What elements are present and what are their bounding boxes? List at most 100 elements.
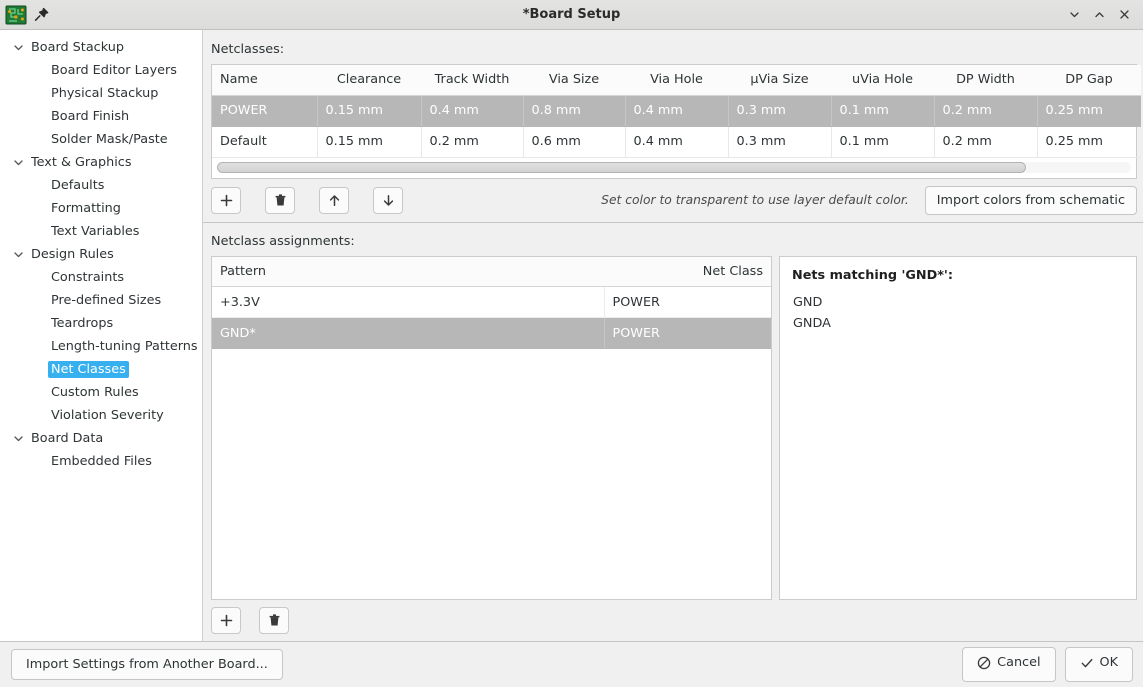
sidebar-item-text-variables[interactable]: Text Variables — [0, 220, 202, 243]
assignments-header-row: Pattern Net Class — [212, 257, 771, 287]
assignments-toolbar — [203, 600, 1143, 641]
netclasses-header-0[interactable]: Name — [212, 65, 317, 95]
netclasses-scroll-area — [211, 158, 1137, 179]
netclasses-cell[interactable]: POWER — [212, 95, 317, 126]
sidebar-item-label: Solder Mask/Paste — [48, 131, 171, 148]
netclasses-cell[interactable]: 0.2 mm — [934, 95, 1037, 126]
board-setup-dialog: *Board Setup Board StackupBoard Editor L… — [0, 0, 1143, 687]
netclasses-cell[interactable]: 0.1 mm — [831, 95, 934, 126]
window-controls — [1063, 4, 1143, 26]
netclasses-header-3[interactable]: Via Size — [523, 65, 625, 95]
netclasses-header-6[interactable]: uVia Hole — [831, 65, 934, 95]
dialog-body: Board Stackup Board Editor Layers Physical… — [0, 30, 1143, 641]
close-button[interactable] — [1113, 4, 1135, 26]
sidebar-item-net-classes[interactable]: Net Classes — [0, 358, 202, 381]
settings-tree[interactable]: Board Stackup Board Editor Layers Physical… — [0, 30, 203, 641]
cancel-button[interactable]: Cancel — [962, 647, 1055, 682]
chevron-down-icon[interactable] — [8, 41, 28, 54]
kicad-pcb-icon — [5, 4, 27, 26]
sidebar-item-board-finish[interactable]: Board Finish — [0, 105, 202, 128]
netclasses-cell[interactable]: 0.3 mm — [728, 95, 831, 126]
netclasses-cell[interactable]: 0.15 mm — [317, 126, 421, 157]
assignment-row[interactable]: GND*POWER — [212, 318, 771, 349]
netclasses-header-2[interactable]: Track Width — [421, 65, 523, 95]
netclasses-cell[interactable]: 0.4 mm — [625, 126, 728, 157]
netclasses-header-7[interactable]: DP Width — [934, 65, 1037, 95]
netclasses-row[interactable]: Default0.15 mm0.2 mm0.6 mm0.4 mm0.3 mm0.… — [212, 126, 1141, 157]
pushpin-icon[interactable] — [33, 6, 50, 23]
netclasses-cell[interactable]: 0.3 mm — [728, 126, 831, 157]
sidebar-item-label: Defaults — [48, 177, 107, 194]
maximize-button[interactable] — [1088, 4, 1110, 26]
sidebar-item-label: Design Rules — [28, 246, 117, 263]
netclasses-row[interactable]: POWER0.15 mm0.4 mm0.8 mm0.4 mm0.3 mm0.1 … — [212, 95, 1141, 126]
ok-button[interactable]: OK — [1065, 647, 1133, 682]
netclasses-grid[interactable]: NameClearanceTrack WidthVia SizeVia Hole… — [211, 64, 1137, 158]
sidebar-item-label: Board Editor Layers — [48, 62, 180, 79]
netclasses-cell[interactable]: 0.4 mm — [625, 95, 728, 126]
sidebar-item-physical-stackup[interactable]: Physical Stackup — [0, 82, 202, 105]
sidebar-item-text-graphics[interactable]: Text & Graphics — [0, 151, 202, 174]
sidebar-item-length-tuning-patterns[interactable]: Length-tuning Patterns — [0, 335, 202, 358]
sidebar-item-label: Custom Rules — [48, 384, 142, 401]
assignment-netclass-cell[interactable]: POWER — [604, 287, 771, 318]
sidebar-item-pre-defined-sizes[interactable]: Pre-defined Sizes — [0, 289, 202, 312]
netclasses-cell[interactable]: 0.2 mm — [421, 126, 523, 157]
netclasses-label: Netclasses: — [203, 30, 1143, 64]
assignments-grid[interactable]: Pattern Net Class +3.3VPOWERGND*POWER — [211, 256, 772, 601]
delete-assignment-button[interactable] — [259, 607, 289, 634]
netclasses-cell[interactable]: Default — [212, 126, 317, 157]
import-settings-button[interactable]: Import Settings from Another Board... — [11, 649, 283, 680]
matching-nets-title: Nets matching 'GND*': — [792, 268, 1124, 283]
sidebar-item-board-editor-layers[interactable]: Board Editor Layers — [0, 59, 202, 82]
minimize-button[interactable] — [1063, 4, 1085, 26]
ok-button-label: OK — [1100, 655, 1118, 670]
import-colors-from-schematic-button[interactable]: Import colors from schematic — [925, 186, 1137, 215]
sidebar-item-board-data[interactable]: Board Data — [0, 427, 202, 450]
sidebar-item-formatting[interactable]: Formatting — [0, 197, 202, 220]
sidebar-item-custom-rules[interactable]: Custom Rules — [0, 381, 202, 404]
netclasses-header-4[interactable]: Via Hole — [625, 65, 728, 95]
netclass-color-hint: Set color to transparent to use layer de… — [601, 193, 919, 207]
sidebar-item-solder-mask-paste[interactable]: Solder Mask/Paste — [0, 128, 202, 151]
add-netclass-button[interactable] — [211, 187, 241, 214]
assignments-label: Netclass assignments: — [203, 223, 1143, 256]
sidebar-item-embedded-files[interactable]: Embedded Files — [0, 450, 202, 473]
netclasses-header-1[interactable]: Clearance — [317, 65, 421, 95]
move-netclass-up-button[interactable] — [319, 187, 349, 214]
assignment-pattern-cell[interactable]: GND* — [212, 318, 604, 349]
netclasses-cell[interactable]: 0.4 mm — [421, 95, 523, 126]
check-icon — [1080, 656, 1094, 670]
chevron-down-icon[interactable] — [8, 248, 28, 261]
delete-netclass-button[interactable] — [265, 187, 295, 214]
sidebar-item-teardrops[interactable]: Teardrops — [0, 312, 202, 335]
assignment-pattern-cell[interactable]: +3.3V — [212, 287, 604, 318]
chevron-down-icon[interactable] — [8, 432, 28, 445]
sidebar-item-design-rules[interactable]: Design Rules — [0, 243, 202, 266]
netclasses-header-8[interactable]: DP Gap — [1037, 65, 1141, 95]
assignments-header-netclass: Net Class — [604, 257, 771, 287]
horizontal-scrollbar[interactable] — [217, 162, 1131, 173]
sidebar-item-board-stackup[interactable]: Board Stackup — [0, 36, 202, 59]
sidebar-item-defaults[interactable]: Defaults — [0, 174, 202, 197]
assignment-row[interactable]: +3.3VPOWER — [212, 287, 771, 318]
netclasses-cell[interactable]: 0.6 mm — [523, 126, 625, 157]
sidebar-item-label: Text & Graphics — [28, 154, 135, 171]
sidebar-item-violation-severity[interactable]: Violation Severity — [0, 404, 202, 427]
horizontal-scrollbar-thumb[interactable] — [217, 162, 1026, 173]
move-netclass-down-button[interactable] — [373, 187, 403, 214]
sidebar-item-label: Formatting — [48, 200, 124, 217]
assignment-netclass-cell[interactable]: POWER — [604, 318, 771, 349]
matching-net-item: GND — [792, 292, 1124, 313]
netclasses-header-5[interactable]: µVia Size — [728, 65, 831, 95]
netclasses-cell[interactable]: 0.25 mm — [1037, 126, 1141, 157]
netclasses-cell[interactable]: 0.1 mm — [831, 126, 934, 157]
netclasses-toolbar: Set color to transparent to use layer de… — [203, 179, 1143, 222]
add-assignment-button[interactable] — [211, 607, 241, 634]
netclasses-cell[interactable]: 0.8 mm — [523, 95, 625, 126]
netclasses-cell[interactable]: 0.25 mm — [1037, 95, 1141, 126]
netclasses-cell[interactable]: 0.2 mm — [934, 126, 1037, 157]
chevron-down-icon[interactable] — [8, 156, 28, 169]
sidebar-item-constraints[interactable]: Constraints — [0, 266, 202, 289]
netclasses-cell[interactable]: 0.15 mm — [317, 95, 421, 126]
